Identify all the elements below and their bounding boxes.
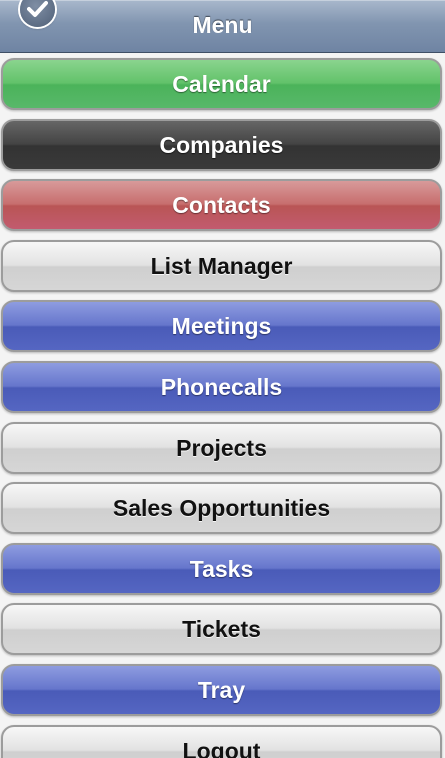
menu-item-label: List Manager <box>150 252 293 279</box>
menu-item-meetings[interactable]: Meetings <box>1 300 442 352</box>
menu-item-logout[interactable]: Logout <box>1 725 442 758</box>
menu-item-tickets[interactable]: Tickets <box>1 603 442 655</box>
menu-screen: Menu Calendar Companies Contacts List Ma… <box>0 0 445 758</box>
menu-item-contacts[interactable]: Contacts <box>1 179 442 231</box>
menu-header: Menu <box>0 0 445 53</box>
menu-item-label: Phonecalls <box>160 373 283 400</box>
menu-item-list-manager[interactable]: List Manager <box>1 240 442 292</box>
menu-item-label: Sales Opportunities <box>112 494 331 521</box>
menu-item-companies[interactable]: Companies <box>1 119 442 171</box>
menu-item-label: Tasks <box>189 555 254 582</box>
menu-item-sales-opportunities[interactable]: Sales Opportunities <box>1 482 442 534</box>
menu-item-tray[interactable]: Tray <box>1 664 442 716</box>
menu-item-label: Logout <box>182 737 261 758</box>
menu-item-label: Contacts <box>172 191 271 218</box>
menu-item-label: Projects <box>176 434 267 461</box>
menu-item-label: Calendar <box>172 70 271 97</box>
menu-item-projects[interactable]: Projects <box>1 422 442 474</box>
page-title: Menu <box>192 12 253 38</box>
menu-item-label: Meetings <box>171 312 272 339</box>
menu-item-phonecalls[interactable]: Phonecalls <box>1 361 442 413</box>
menu-item-label: Companies <box>159 131 284 158</box>
menu-item-label: Tickets <box>182 615 261 642</box>
menu-item-tasks[interactable]: Tasks <box>1 543 442 595</box>
menu-item-label: Tray <box>197 676 246 703</box>
menu-item-calendar[interactable]: Calendar <box>1 58 442 110</box>
